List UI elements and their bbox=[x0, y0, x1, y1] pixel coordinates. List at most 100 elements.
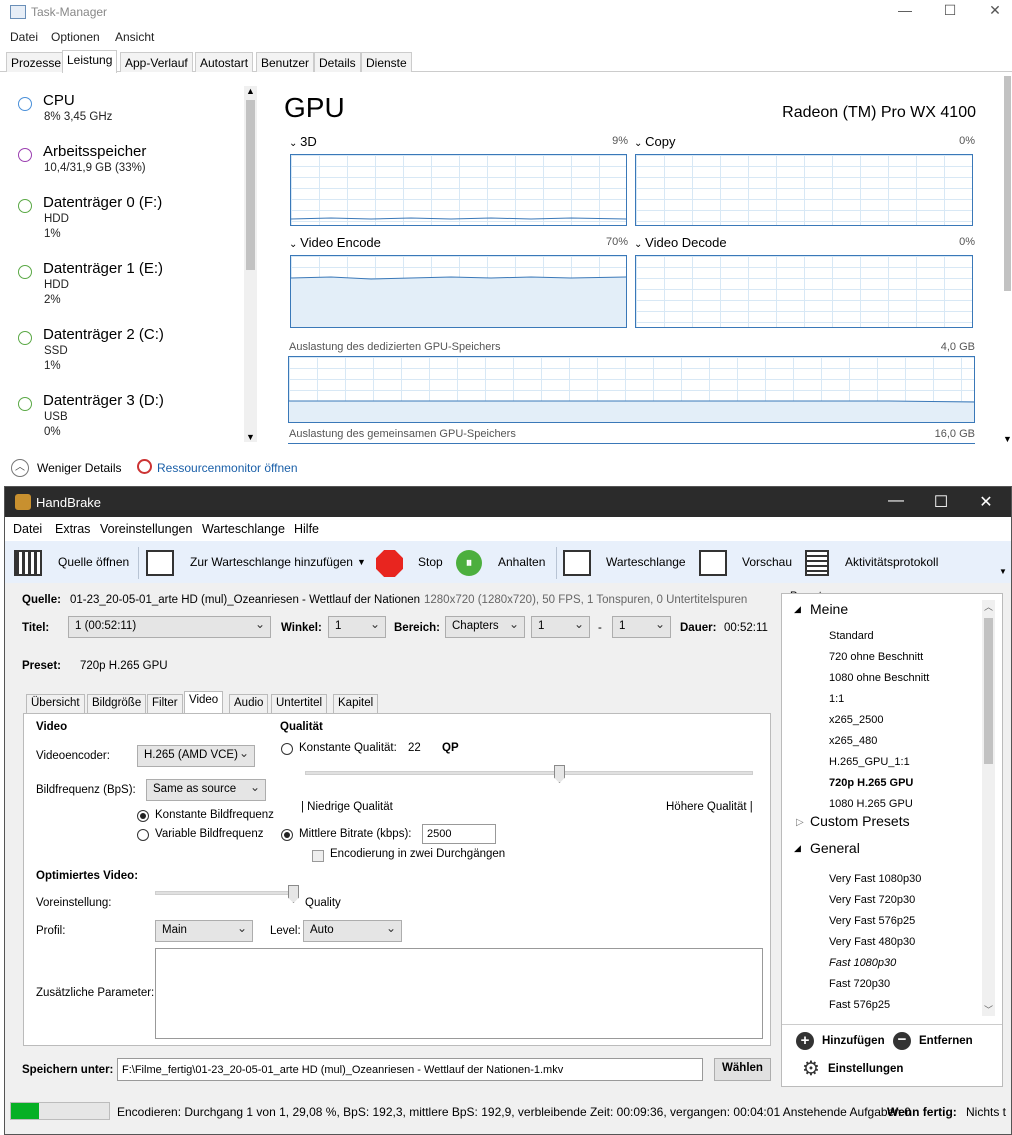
tab-leistung[interactable]: Leistung bbox=[62, 50, 118, 73]
tab-filter[interactable]: Filter bbox=[147, 694, 183, 713]
engine-label-video-decode[interactable]: ⌄ Video Decode bbox=[634, 235, 727, 250]
level-select[interactable]: Auto bbox=[303, 920, 402, 942]
tab-benutzer[interactable]: Benutzer bbox=[256, 52, 315, 72]
gear-icon[interactable]: ⚙ bbox=[802, 1059, 820, 1079]
less-details-link[interactable]: Weniger Details bbox=[37, 461, 121, 475]
menu-extras[interactable]: Extras bbox=[55, 522, 90, 536]
tab-dienste[interactable]: Dienste bbox=[361, 52, 412, 72]
profile-select[interactable]: Main bbox=[155, 920, 253, 942]
preset-item[interactable]: H.265_GPU_1:1 bbox=[829, 756, 910, 768]
preset-item[interactable]: Very Fast 480p30 bbox=[829, 936, 915, 948]
preview-button[interactable]: Vorschau bbox=[742, 555, 792, 569]
add-queue-icon[interactable] bbox=[146, 550, 174, 576]
add-queue-button[interactable]: Zur Warteschlange hinzufügen bbox=[190, 555, 353, 569]
range-start-select[interactable]: 1 bbox=[531, 616, 590, 638]
preset-settings-button[interactable]: Einstellungen bbox=[828, 1063, 903, 1075]
preset-item[interactable]: x265_480 bbox=[829, 735, 877, 747]
scroll-down-icon[interactable]: ▼ bbox=[246, 432, 255, 442]
fps-select[interactable]: Same as source bbox=[146, 779, 266, 801]
close-button[interactable]: ✕ bbox=[975, 2, 1012, 22]
menu-voreinstellungen[interactable]: Voreinstellungen bbox=[100, 522, 192, 536]
minimize-button[interactable]: — bbox=[873, 492, 919, 512]
minimize-button[interactable]: — bbox=[885, 2, 925, 22]
scroll-up-icon[interactable]: ︿ bbox=[984, 600, 993, 613]
pause-button[interactable]: Anhalten bbox=[498, 555, 545, 569]
preset-item[interactable]: x265_2500 bbox=[829, 714, 883, 726]
expand-icon[interactable]: ◢ bbox=[794, 604, 801, 615]
preset-item[interactable]: Fast 720p30 bbox=[829, 978, 890, 990]
menu-warteschlange[interactable]: Warteschlange bbox=[202, 522, 285, 536]
browse-button[interactable]: Wählen bbox=[714, 1058, 771, 1081]
preset-item[interactable]: 1080 H.265 GPU bbox=[829, 798, 913, 810]
quality-slider-thumb[interactable] bbox=[554, 765, 565, 783]
preset-item[interactable]: Fast 576p25 bbox=[829, 999, 890, 1011]
sidebar-scrollbar[interactable]: ▲ ▼ bbox=[244, 86, 257, 442]
engine-label-copy[interactable]: ⌄ Copy bbox=[634, 134, 676, 149]
queue-icon[interactable] bbox=[563, 550, 591, 576]
constant-fps-radio[interactable] bbox=[137, 810, 149, 822]
tab-video[interactable]: Video bbox=[184, 691, 224, 714]
scroll-down-icon[interactable]: ▼ bbox=[1003, 434, 1012, 444]
collapsed-icon[interactable]: ▷ bbox=[796, 817, 804, 828]
bitrate-input[interactable]: 2500 bbox=[422, 824, 496, 844]
toolbar-overflow-icon[interactable]: ▼ bbox=[999, 567, 1007, 576]
activity-log-icon[interactable] bbox=[805, 550, 829, 576]
variable-fps-radio[interactable] bbox=[137, 829, 149, 841]
quality-slider-track[interactable] bbox=[305, 771, 753, 775]
title-select[interactable]: 1 (00:52:11) bbox=[68, 616, 271, 638]
preset-item[interactable]: Very Fast 1080p30 bbox=[829, 873, 921, 885]
when-done-select[interactable]: Nichts t bbox=[966, 1105, 1011, 1119]
preview-icon[interactable] bbox=[699, 550, 727, 576]
add-preset-button[interactable]: Hinzufügen bbox=[822, 1035, 885, 1047]
preset-item[interactable]: 720 ohne Beschnitt bbox=[829, 651, 923, 663]
range-end-select[interactable]: 1 bbox=[612, 616, 671, 638]
preset-group-general[interactable]: General bbox=[810, 840, 860, 856]
remove-preset-button[interactable]: Entfernen bbox=[919, 1035, 973, 1047]
menu-datei[interactable]: Datei bbox=[13, 522, 42, 536]
close-button[interactable]: ✕ bbox=[963, 492, 1009, 512]
stop-button[interactable]: Stop bbox=[418, 555, 443, 569]
angle-select[interactable]: 1 bbox=[328, 616, 386, 638]
avg-bitrate-radio[interactable] bbox=[281, 829, 293, 841]
maximize-button[interactable]: ☐ bbox=[918, 492, 964, 512]
tab-details[interactable]: Details bbox=[314, 52, 361, 72]
open-source-icon[interactable] bbox=[14, 550, 42, 576]
two-pass-checkbox[interactable] bbox=[312, 850, 324, 862]
pause-icon[interactable]: ⏸ bbox=[456, 550, 482, 576]
range-type-select[interactable]: Chapters bbox=[445, 616, 525, 638]
queue-button[interactable]: Warteschlange bbox=[606, 555, 686, 569]
main-scrollbar[interactable]: ▼ bbox=[1001, 76, 1012, 444]
menu-datei[interactable]: Datei bbox=[10, 30, 38, 44]
tab-bildgroesse[interactable]: Bildgröße bbox=[87, 694, 147, 713]
extra-params-textarea[interactable] bbox=[155, 948, 763, 1039]
menu-ansicht[interactable]: Ansicht bbox=[115, 30, 154, 44]
tab-kapitel[interactable]: Kapitel bbox=[333, 694, 379, 713]
tab-app-verlauf[interactable]: App-Verlauf bbox=[120, 52, 193, 72]
add-icon[interactable]: + bbox=[796, 1032, 814, 1050]
preset-item-selected[interactable]: 720p H.265 GPU bbox=[829, 777, 913, 789]
menu-optionen[interactable]: Optionen bbox=[51, 30, 100, 44]
engine-label-video-encode[interactable]: ⌄ Video Encode bbox=[289, 235, 381, 250]
open-source-button[interactable]: Quelle öffnen bbox=[58, 555, 129, 569]
resource-monitor-link[interactable]: Ressourcenmonitor öffnen bbox=[157, 461, 298, 475]
encoder-preset-slider-track[interactable] bbox=[155, 891, 295, 895]
preset-group-meine[interactable]: Meine bbox=[810, 601, 848, 617]
preset-item[interactable]: Fast 1080p30 bbox=[829, 957, 896, 969]
dropdown-arrow-icon[interactable]: ▼ bbox=[357, 557, 366, 567]
scrollbar-thumb[interactable] bbox=[1004, 76, 1011, 291]
tab-prozesse[interactable]: Prozesse bbox=[6, 52, 67, 72]
remove-icon[interactable]: − bbox=[893, 1032, 911, 1050]
preset-item[interactable]: Very Fast 576p25 bbox=[829, 915, 915, 927]
preset-item[interactable]: Very Fast 720p30 bbox=[829, 894, 915, 906]
tab-audio[interactable]: Audio bbox=[229, 694, 269, 713]
chevron-up-icon[interactable]: ︿ bbox=[11, 459, 29, 477]
stop-icon[interactable] bbox=[376, 550, 403, 577]
expand-icon[interactable]: ◢ bbox=[794, 843, 801, 854]
engine-label-3d[interactable]: ⌄ 3D bbox=[289, 134, 317, 149]
constant-quality-radio[interactable] bbox=[281, 743, 293, 755]
scrollbar-thumb[interactable] bbox=[984, 618, 993, 764]
preset-group-custom[interactable]: Custom Presets bbox=[810, 813, 910, 829]
tab-autostart[interactable]: Autostart bbox=[195, 52, 254, 72]
activity-log-button[interactable]: Aktivitätsprotokoll bbox=[845, 555, 938, 569]
preset-item[interactable]: 1080 ohne Beschnitt bbox=[829, 672, 929, 684]
